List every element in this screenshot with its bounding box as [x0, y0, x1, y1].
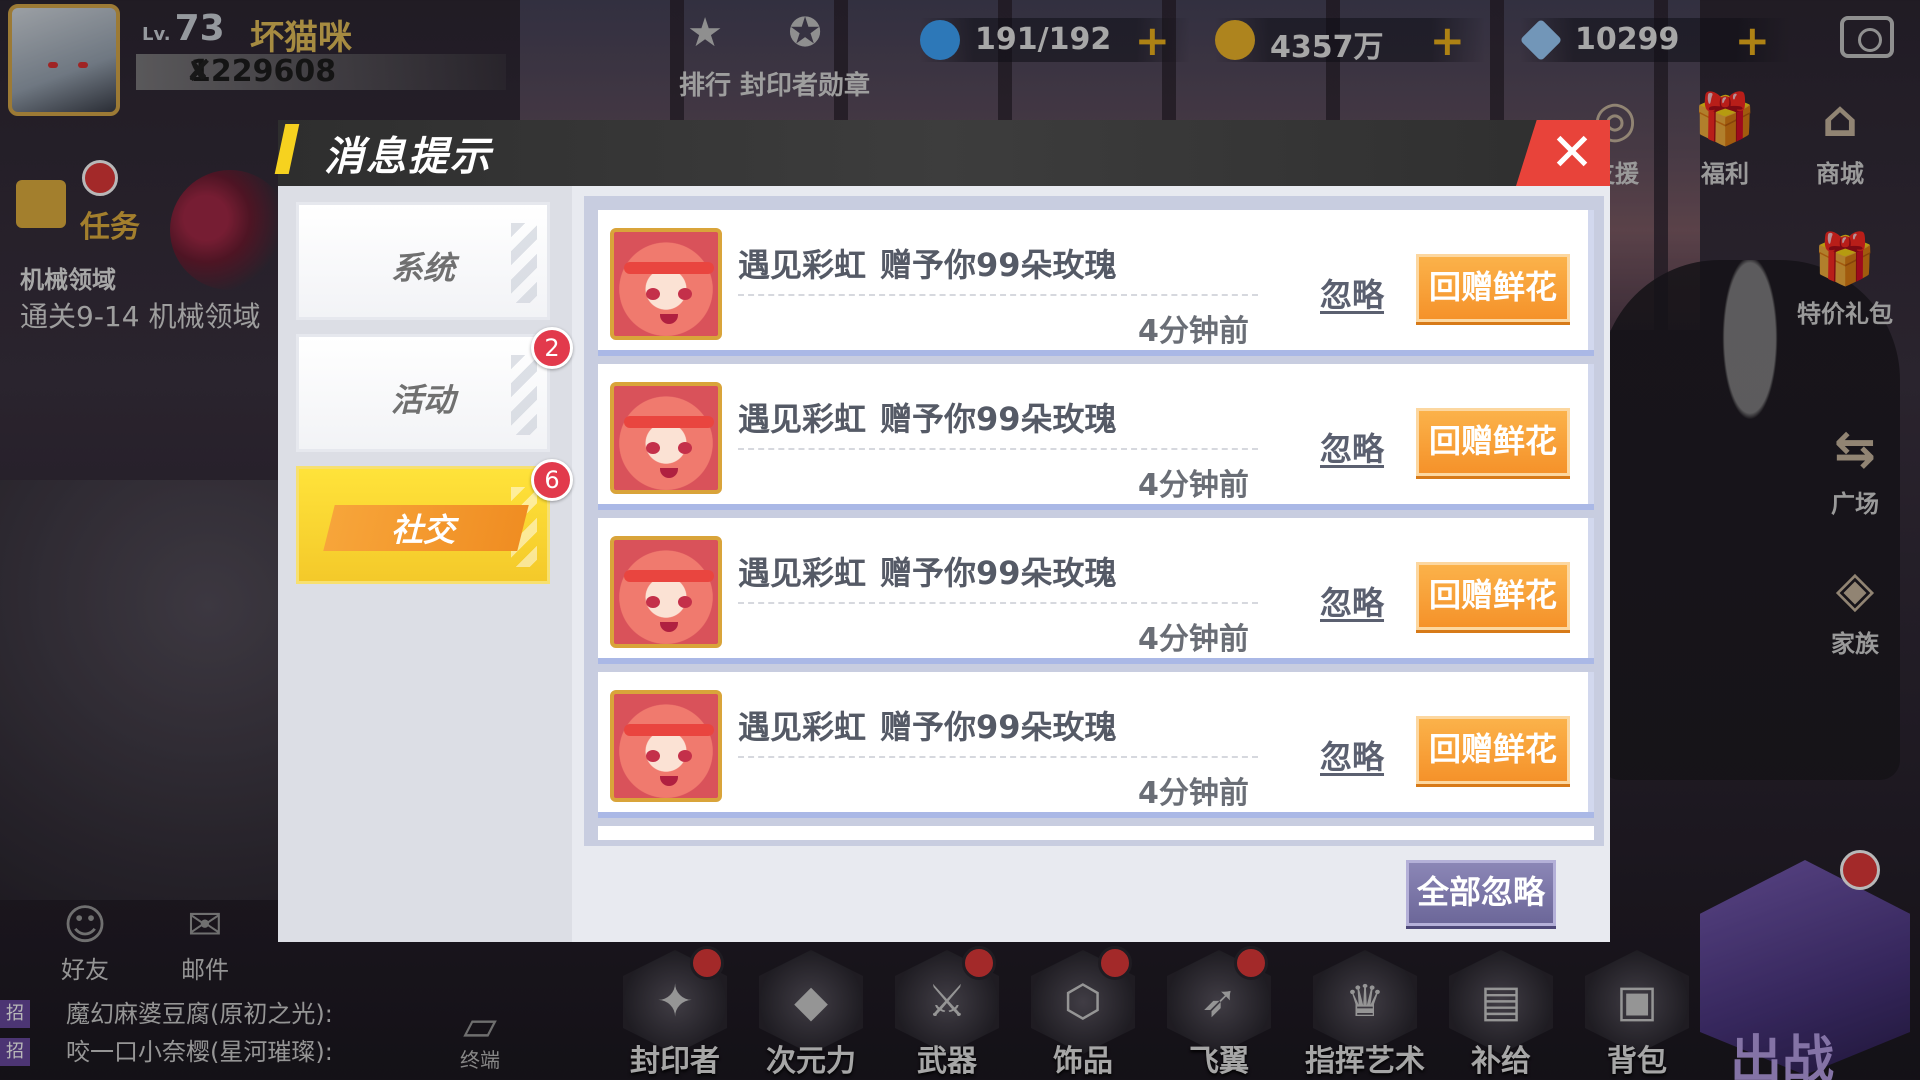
- message-time: 4分钟前: [1138, 468, 1249, 503]
- unread-badge: 2: [531, 327, 573, 369]
- dialog-header: 消息提示 ✕: [274, 120, 1610, 186]
- avatar-mouth: [660, 776, 678, 786]
- message-time: 4分钟前: [1138, 776, 1249, 811]
- dialog-body: 系统 活动 2 社交 6 遇见彩虹 赠予你99朵玫瑰 4分钟前 忽略 回赠鲜花 …: [278, 186, 1610, 942]
- ignore-button[interactable]: 忽略: [1320, 270, 1384, 316]
- return-flowers-button[interactable]: 回赠鲜花: [1416, 408, 1570, 476]
- list-item: 遇见彩虹 赠予你99朵玫瑰 4分钟前 忽略 回赠鲜花: [598, 518, 1594, 664]
- message-time: 4分钟前: [1138, 314, 1249, 349]
- message-list[interactable]: 遇见彩虹赠予你99朵玫瑰 4分钟前 忽略 回赠鲜花 遇见彩虹赠予你99朵玫瑰: [584, 196, 1604, 846]
- message-text: 遇见彩虹 赠予你99朵玫瑰: [738, 554, 1117, 592]
- divider: [738, 602, 1258, 604]
- dialog-title: 消息提示: [324, 134, 492, 180]
- avatar-hairband: [624, 570, 714, 582]
- divider: [738, 756, 1258, 758]
- avatar-eye: [678, 288, 692, 300]
- item-edge: [1588, 364, 1594, 504]
- avatar-mouth: [660, 622, 678, 632]
- ignore-button[interactable]: 忽略: [1320, 732, 1384, 778]
- message-time: 4分钟前: [1138, 622, 1249, 657]
- sender-avatar[interactable]: [610, 690, 722, 802]
- item-edge: [1588, 518, 1594, 658]
- sender-avatar[interactable]: [610, 536, 722, 648]
- divider: [738, 448, 1258, 450]
- avatar-hairband: [624, 724, 714, 736]
- list-item: 遇见彩虹 赠予你99朵玫瑰 4分钟前 忽略 回赠鲜花: [598, 364, 1594, 510]
- avatar-eye: [646, 288, 660, 300]
- close-button[interactable]: ✕: [1516, 120, 1610, 186]
- avatar-eye: [678, 596, 692, 608]
- return-flowers-button[interactable]: 回赠鲜花: [1416, 254, 1570, 322]
- item-edge: [1588, 210, 1594, 350]
- list-item: 遇见彩虹 赠予你99朵玫瑰 4分钟前 忽略 回赠鲜花: [598, 672, 1594, 818]
- sender-avatar[interactable]: [610, 228, 722, 340]
- list-item: [598, 826, 1594, 846]
- avatar-hairband: [624, 262, 714, 274]
- avatar-mouth: [660, 314, 678, 324]
- list-item: 遇见彩虹 赠予你99朵玫瑰 4分钟前 忽略 回赠鲜花: [598, 210, 1594, 356]
- return-flowers-button[interactable]: 回赠鲜花: [1416, 562, 1570, 630]
- avatar-mouth: [660, 468, 678, 478]
- message-text: 遇见彩虹 赠予你99朵玫瑰: [738, 246, 1117, 284]
- sender-name: 遇见彩虹: [738, 400, 867, 438]
- category-tabs: 系统 活动 2 社交 6: [278, 186, 573, 942]
- tab-activity[interactable]: 活动 2: [296, 327, 573, 452]
- unread-badge: 6: [531, 459, 573, 501]
- avatar-eye: [646, 596, 660, 608]
- sender-avatar[interactable]: [610, 382, 722, 494]
- avatar-eye: [678, 750, 692, 762]
- tab-social[interactable]: 社交 6: [296, 459, 573, 584]
- sender-name: 遇见彩虹: [738, 554, 867, 592]
- divider: [738, 294, 1258, 296]
- message-text: 遇见彩虹 赠予你99朵玫瑰: [738, 400, 1117, 438]
- sender-name: 遇见彩虹: [738, 708, 867, 746]
- close-icon: ✕: [1550, 123, 1594, 183]
- ignore-all-button[interactable]: 全部忽略: [1406, 860, 1556, 926]
- avatar-eye: [646, 442, 660, 454]
- item-edge: [1588, 672, 1594, 812]
- avatar-eye: [646, 750, 660, 762]
- ignore-button[interactable]: 忽略: [1320, 424, 1384, 470]
- ignore-button[interactable]: 忽略: [1320, 578, 1384, 624]
- sender-name: 遇见彩虹: [738, 246, 867, 284]
- tab-system[interactable]: 系统: [296, 202, 550, 320]
- return-flowers-button[interactable]: 回赠鲜花: [1416, 716, 1570, 784]
- sender-avatar[interactable]: [610, 844, 722, 846]
- avatar-hairband: [624, 416, 714, 428]
- title-accent: [274, 124, 300, 174]
- message-text: 遇见彩虹 赠予你99朵玫瑰: [738, 708, 1117, 746]
- message-dialog: 消息提示 ✕ 系统 活动 2 社交 6 遇见彩虹 赠予你99朵玫瑰 4分钟前 忽…: [274, 120, 1610, 942]
- avatar-eye: [678, 442, 692, 454]
